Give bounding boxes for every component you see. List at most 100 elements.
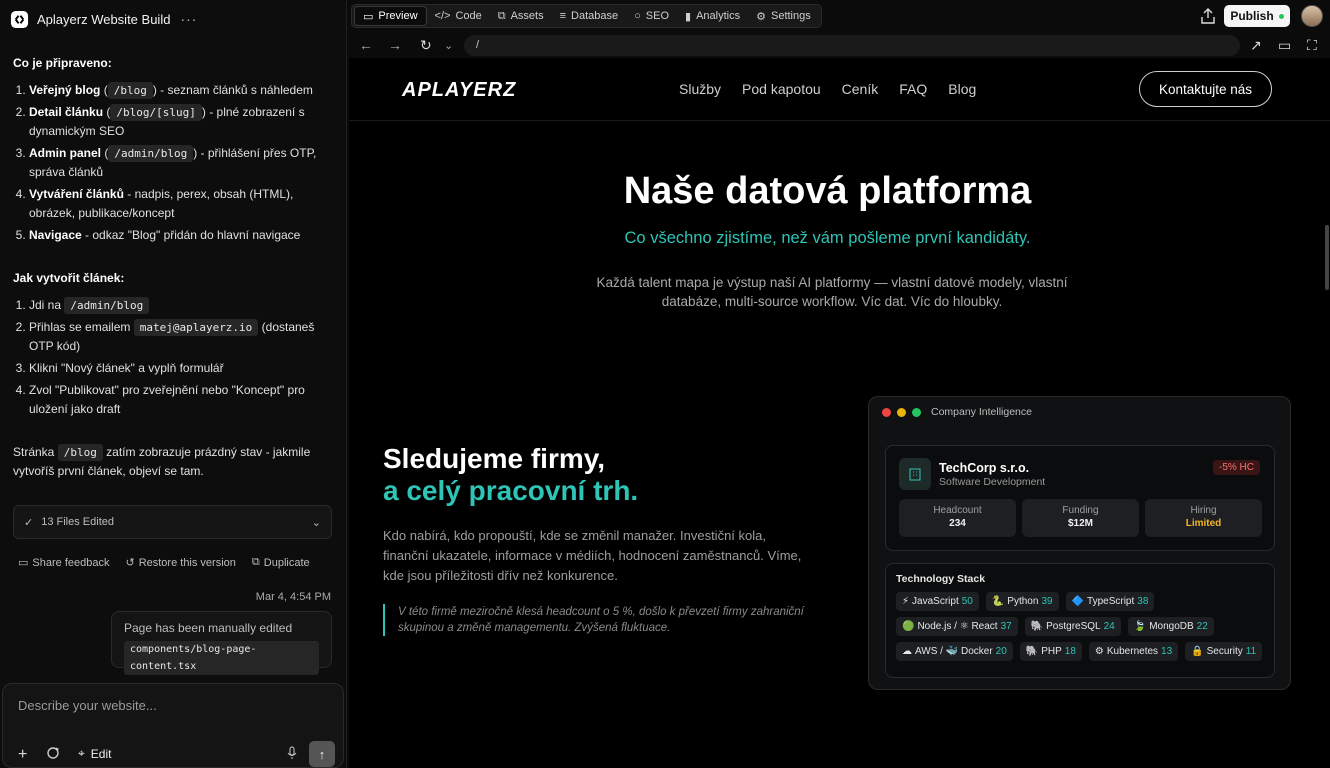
tech-chip-aws-docker: ☁ AWS / 🐳 Docker 20	[896, 642, 1013, 661]
tab-label: Database	[571, 10, 619, 22]
inline-code: /blog	[107, 82, 153, 99]
project-name: Aplayerz Website Build	[37, 11, 171, 27]
tech-name: TypeScript	[1087, 596, 1135, 607]
more-icon[interactable]: ···	[180, 11, 197, 27]
item-text: Jdi na	[29, 298, 62, 312]
reload-icon[interactable]: ↻	[420, 37, 432, 54]
restore-label: Restore this version	[138, 556, 236, 569]
avatar[interactable]	[1301, 5, 1323, 27]
tab-label: Analytics	[696, 10, 741, 22]
tech-name: Node.js / ⚛ React	[917, 621, 998, 632]
share-feedback-button[interactable]: ▭ Share feedback	[18, 556, 109, 570]
tech-chip-mongodb: 🍃 MongoDB 22	[1127, 617, 1214, 636]
list-item: Jdi na /admin/blog	[29, 296, 335, 315]
chevron-down-icon: ⌄	[311, 516, 321, 529]
restore-icon: ↺	[125, 557, 135, 569]
tech-count: 11	[1245, 646, 1257, 657]
feature-list: Veřejný blog (/blog) - seznam článků s n…	[13, 81, 335, 245]
chat-message: Co je připraveno: Veřejný blog (/blog) -…	[13, 54, 335, 481]
tech-icon: 🐘	[1030, 621, 1044, 632]
tab-code[interactable]: </> Code	[427, 6, 490, 26]
window-dot-green	[912, 407, 921, 417]
url-input[interactable]: /	[464, 35, 1240, 56]
forward-icon[interactable]: →	[388, 37, 402, 53]
tab-settings[interactable]: ⚙ Settings	[748, 6, 819, 26]
send-button[interactable]: ↑	[309, 741, 335, 767]
manual-edit-note: Page has been manually edited components…	[111, 611, 332, 675]
device-toggle-icon[interactable]: ▭	[1278, 37, 1291, 54]
site-logo[interactable]: APLAYERZ	[402, 79, 516, 102]
arrow-up-icon: ↑	[318, 746, 326, 762]
nav-link-sluzby[interactable]: Služby	[679, 81, 721, 97]
share-icon[interactable]	[1201, 8, 1215, 24]
list-item: Detail článku (/blog/[slug]) - plné zobr…	[29, 103, 335, 141]
chevron-down-icon[interactable]: ⌄	[444, 39, 453, 52]
item-bold: Admin panel	[29, 146, 102, 160]
tech-count: 39	[1041, 596, 1053, 607]
stat-label: Funding	[1062, 505, 1099, 516]
tab-analytics[interactable]: ▮ Analytics	[677, 6, 748, 26]
nav-link-faq[interactable]: FAQ	[899, 81, 927, 97]
files-edited-toggle[interactable]: ✓ 13 Files Edited ⌄	[13, 505, 332, 539]
item-text: Stránka	[13, 445, 55, 459]
preview-icon: ▭	[363, 10, 374, 23]
duplicate-button[interactable]: ⧉ Duplicate	[252, 556, 310, 569]
ready-heading: Co je připraveno:	[13, 56, 112, 70]
item-bold: Veřejný blog	[29, 83, 101, 97]
tab-assets[interactable]: ⧉ Assets	[490, 6, 552, 26]
plus-icon[interactable]: +	[18, 746, 27, 764]
back-icon[interactable]: ←	[359, 37, 373, 53]
stat-label: Hiring	[1190, 505, 1217, 516]
tech-name: AWS / 🐳 Docker	[915, 646, 993, 657]
section-title: Sledujeme firmy, a celý pracovní trh.	[383, 443, 813, 507]
tech-icon: ⚡	[902, 596, 910, 607]
item-text: (	[100, 83, 108, 97]
restore-version-button[interactable]: ↺ Restore this version	[125, 556, 236, 570]
tech-name: Security	[1206, 646, 1243, 657]
inline-code: matej@aplayerz.io	[133, 319, 259, 336]
section-quote: V této firmě meziročně klesá headcount o…	[383, 604, 813, 636]
tab-seo[interactable]: ○ SEO	[626, 6, 677, 26]
microphone-icon[interactable]	[286, 746, 298, 760]
tech-chip-security: 🔒 Security 11	[1185, 642, 1263, 661]
contact-button[interactable]: Kontaktujte nás	[1139, 71, 1272, 107]
nav-link-pod-kapotou[interactable]: Pod kapotou	[742, 81, 821, 97]
tech-icon: 🐘	[1025, 646, 1039, 657]
publish-button[interactable]: Publish	[1224, 5, 1290, 27]
tech-icon: 🐍	[991, 596, 1005, 607]
stat-hiring: Hiring Limited	[1145, 499, 1262, 537]
project-header[interactable]: Aplayerz Website Build ···	[10, 9, 197, 29]
preview-scrollbar[interactable]	[1325, 225, 1329, 290]
tech-chip-postgresql: 🐘 PostgreSQL 24	[1024, 617, 1121, 636]
item-bold: Detail článku	[29, 105, 104, 119]
edit-button[interactable]: ⌖ Edit	[78, 746, 111, 761]
fullscreen-icon[interactable]: ⛶	[1307, 37, 1317, 54]
list-item: Zvol "Publikovat" pro zveřejnění nebo "K…	[29, 381, 335, 419]
status-dot	[1278, 13, 1284, 19]
list-item: Klikni "Nový článek" a vyplň formulář	[29, 359, 335, 378]
tech-count: 37	[1000, 621, 1012, 632]
tech-name: Kubernetes	[1106, 646, 1159, 657]
nav-link-cenik[interactable]: Ceník	[842, 81, 879, 97]
tech-icon: 🍃	[1133, 621, 1147, 632]
chat-footer-text: Stránka /blog zatím zobrazuje prázdný st…	[13, 443, 335, 481]
crosshair-icon: ⌖	[78, 746, 85, 760]
sync-icon[interactable]	[46, 746, 60, 760]
stat-value: 234	[949, 518, 966, 529]
tech-count: 18	[1064, 646, 1076, 657]
hero-description: Každá talent mapa je výstup naší AI plat…	[596, 275, 1068, 309]
list-item: Vytváření článků - nadpis, perex, obsah …	[29, 185, 335, 223]
external-link-icon[interactable]: ↗	[1250, 37, 1262, 54]
tab-database[interactable]: ≡ Database	[552, 6, 627, 26]
publish-label: Publish	[1230, 9, 1274, 23]
section-description: Kdo nabírá, kdo propouští, kde se změnil…	[383, 528, 802, 583]
hero-section: Naše datová platforma Co všechno zjistím…	[349, 170, 1330, 311]
preview-url-bar: ← → ↻ ⌄ / ↗ ▭ ⛶	[349, 33, 1330, 58]
tab-preview[interactable]: ▭ Preview	[354, 6, 427, 26]
tech-name: Python	[1007, 596, 1039, 607]
list-item: Navigace - odkaz "Blog" přidán do hlavní…	[29, 226, 335, 245]
prompt-input[interactable]: Describe your website...	[18, 698, 157, 713]
inline-code: /blog	[57, 444, 103, 461]
tech-stack-panel: Technology Stack ⚡ JavaScript 50 🐍 Python 39…	[885, 563, 1275, 678]
nav-link-blog[interactable]: Blog	[948, 81, 976, 97]
